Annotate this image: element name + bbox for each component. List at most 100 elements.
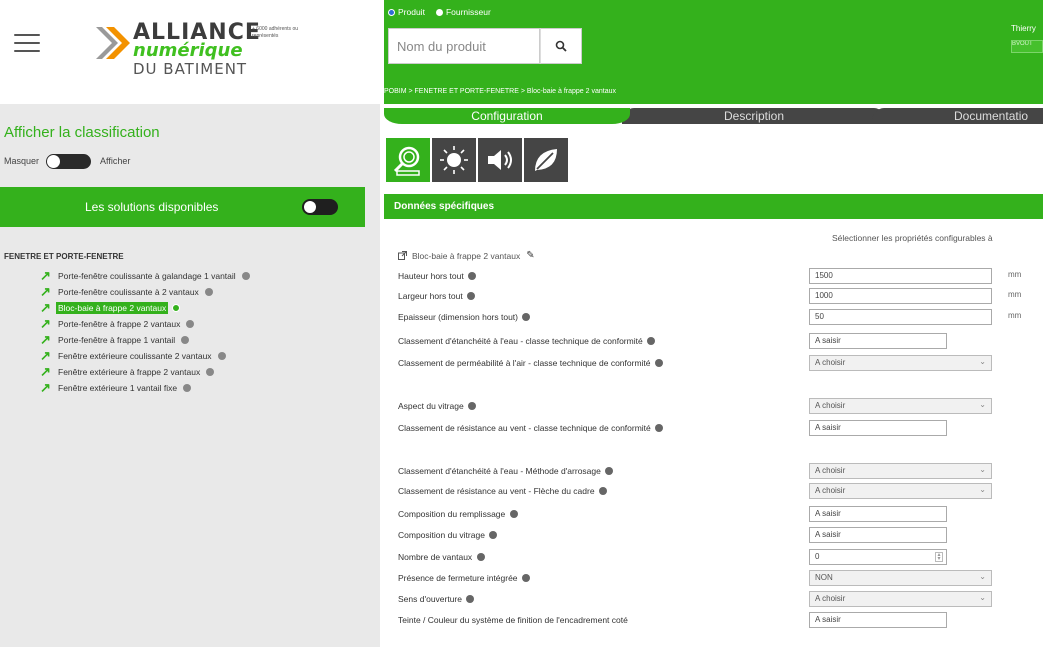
radio-product[interactable]: Produit — [388, 7, 425, 17]
help-icon[interactable] — [605, 467, 614, 475]
acoustic-tile[interactable] — [478, 138, 522, 182]
help-icon[interactable] — [476, 553, 485, 561]
property-select[interactable]: NON ⌄ — [809, 570, 992, 586]
property-select-value: A choisir — [815, 358, 846, 367]
property-input[interactable]: A saisir — [809, 506, 947, 522]
arrow-up-right-icon: ↗ — [40, 268, 51, 283]
solutions-bar: Les solutions disponibles — [0, 187, 365, 227]
info-icon[interactable] — [217, 352, 226, 360]
tree-item[interactable]: ↗ Fenêtre extérieure 1 vantail fixe — [40, 380, 250, 396]
tree-root-label[interactable]: FENETRE ET PORTE-FENETRE — [4, 252, 124, 261]
tab-description[interactable]: Description — [622, 108, 886, 124]
user-name[interactable]: Thierry — [1011, 24, 1036, 33]
tree-item[interactable]: ↗ Porte-fenêtre coulissante à 2 vantaux — [40, 284, 250, 300]
property-input[interactable]: A saisir — [809, 420, 947, 436]
help-icon[interactable] — [468, 272, 477, 280]
help-icon[interactable] — [468, 402, 477, 410]
toggle-knob — [304, 201, 316, 213]
tab-configuration[interactable]: Configuration — [384, 108, 630, 124]
help-icon[interactable] — [489, 531, 498, 539]
arrow-up-right-icon: ↗ — [40, 348, 51, 363]
property-label: Classement de perméabilité à l'air - cla… — [398, 355, 758, 371]
solutions-toggle[interactable] — [302, 199, 338, 215]
property-label-text: Aspect du vitrage — [398, 401, 464, 411]
property-unit: mm — [1008, 290, 1022, 299]
help-icon[interactable] — [598, 487, 607, 495]
property-label-text: Composition du vitrage — [398, 530, 485, 540]
property-input[interactable]: A saisir — [809, 612, 947, 628]
chevron-down-icon: ⌄ — [979, 465, 986, 474]
arrow-up-right-icon: ↗ — [40, 316, 51, 331]
info-icon[interactable] — [186, 320, 195, 328]
property-select[interactable]: A choisir ⌄ — [809, 398, 992, 414]
tree-item-label: Fenêtre extérieure à frappe 2 vantaux — [58, 367, 201, 377]
tab-documentation[interactable]: Documentatio — [872, 108, 1043, 124]
property-select[interactable]: A choisir ⌄ — [809, 483, 992, 499]
search-button[interactable] — [540, 28, 582, 64]
info-icon[interactable] — [206, 368, 215, 376]
tree-item-selected[interactable]: ↗ Bloc-baie à frappe 2 vantaux — [40, 300, 250, 316]
info-icon[interactable] — [172, 304, 181, 312]
solutions-label: Les solutions disponibles — [85, 200, 219, 214]
sound-icon — [488, 150, 512, 170]
property-input[interactable]: A saisir — [809, 527, 947, 543]
logo-icon — [96, 27, 130, 59]
property-input[interactable]: 1000 — [809, 288, 992, 304]
tree-item-label: Porte-fenêtre à frappe 1 vantail — [58, 335, 176, 345]
tree-item-label: Fenêtre extérieure coulissante 2 vantaux — [58, 351, 212, 361]
property-label: Composition du vitrage — [398, 527, 778, 543]
search-input[interactable]: Nom du produit — [388, 28, 540, 64]
help-icon[interactable] — [647, 337, 656, 345]
help-icon[interactable] — [655, 424, 664, 432]
help-icon[interactable] — [521, 574, 530, 582]
property-label: Classement de résistance au vent - class… — [398, 420, 758, 436]
breadcrumb[interactable]: POBIM > FENETRE ET PORTE-FENETRE > Bloc-… — [384, 88, 616, 95]
classification-toggle[interactable] — [46, 153, 92, 169]
property-select-value: NON — [815, 573, 833, 582]
arrow-up-right-icon: ↗ — [40, 300, 51, 315]
user-account-button[interactable]: BVOUT — [1011, 40, 1043, 53]
property-stepper[interactable]: 0 ▴ ▾ — [809, 549, 947, 565]
help-icon[interactable] — [509, 510, 518, 518]
property-label: Sens d'ouverture — [398, 591, 778, 607]
property-label: Teinte / Couleur du système de finition … — [398, 612, 778, 628]
menu-icon[interactable] — [14, 34, 40, 52]
property-label: Aspect du vitrage — [398, 398, 778, 414]
toggle-left-label: Masquer — [4, 156, 40, 166]
classification-toggle-row: Masquer Afficher — [4, 153, 130, 169]
stepper-arrows-icon[interactable]: ▴ ▾ — [935, 552, 943, 562]
help-icon[interactable] — [467, 292, 476, 300]
help-icon[interactable] — [466, 595, 475, 603]
help-icon[interactable] — [654, 359, 663, 367]
property-select[interactable]: A choisir ⌄ — [809, 463, 992, 479]
help-icon[interactable] — [522, 313, 531, 321]
logo-line2: numérique — [133, 40, 243, 61]
property-label-text: Hauteur hors tout — [398, 271, 464, 281]
info-icon[interactable] — [204, 288, 213, 296]
tree-item[interactable]: ↗ Porte-fenêtre à frappe 2 vantaux — [40, 316, 250, 332]
property-label: Epaisseur (dimension hors tout) — [398, 309, 778, 325]
environment-tile[interactable] — [524, 138, 568, 182]
classification-title: Afficher la classification — [4, 124, 160, 141]
info-icon[interactable] — [183, 384, 192, 392]
radio-supplier[interactable]: Fournisseur — [435, 7, 491, 17]
info-icon[interactable] — [241, 272, 250, 280]
tree-item[interactable]: ↗ Fenêtre extérieure à frappe 2 vantaux — [40, 364, 250, 380]
classification-sidebar: Afficher la classification Masquer Affic… — [0, 104, 380, 647]
search-config-tile[interactable] — [386, 138, 430, 182]
property-label-text: Nombre de vantaux — [398, 552, 473, 562]
property-input[interactable]: 50 — [809, 309, 992, 325]
select-configurable-link[interactable]: Sélectionner les propriétés configurable… — [832, 233, 993, 243]
thermal-tile[interactable] — [432, 138, 476, 182]
tree-item[interactable]: ↗ Porte-fenêtre coulissante à galandage 1… — [40, 268, 250, 284]
property-select-value: A choisir — [815, 466, 846, 475]
info-icon[interactable] — [181, 336, 190, 344]
property-input[interactable]: A saisir — [809, 333, 947, 349]
pencil-icon[interactable]: ✎ — [526, 250, 534, 261]
property-select[interactable]: A choisir ⌄ — [809, 591, 992, 607]
property-select[interactable]: A choisir ⌄ — [809, 355, 992, 371]
tree-item[interactable]: ↗ Fenêtre extérieure coulissante 2 vantau… — [40, 348, 250, 364]
property-input[interactable]: 1500 — [809, 268, 992, 284]
external-link-icon[interactable] — [398, 251, 407, 260]
tree-item[interactable]: ↗ Porte-fenêtre à frappe 1 vantail — [40, 332, 250, 348]
